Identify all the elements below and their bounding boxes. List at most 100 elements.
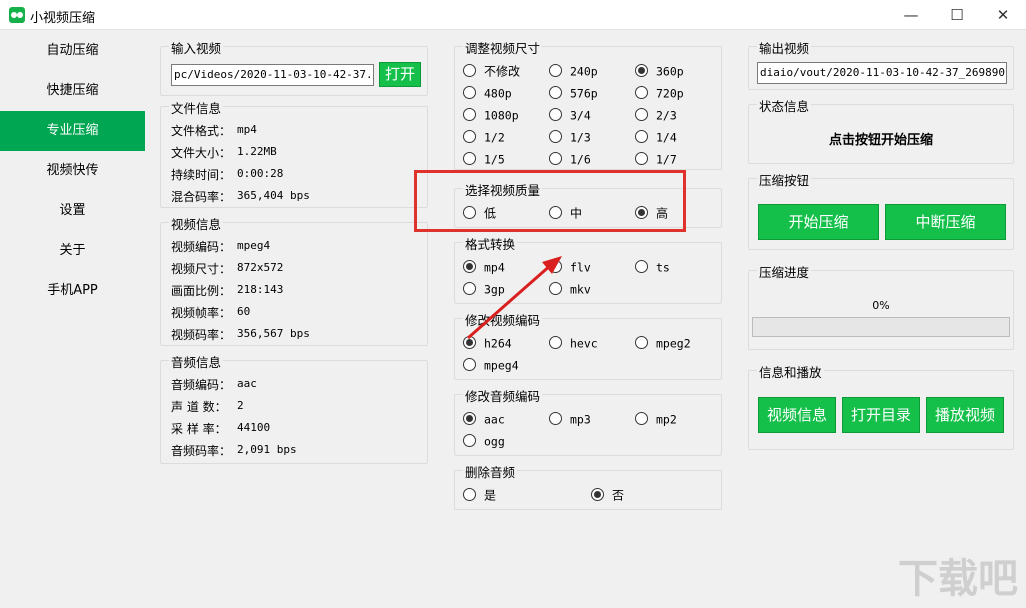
video-info-button[interactable]: 视频信息 [758, 397, 836, 433]
compress-buttons-group: 压缩按钮 开始压缩 中断压缩 [748, 170, 1014, 250]
info-label: 画面比例： [171, 284, 232, 298]
radio-resize-1-6[interactable]: 1/6 [549, 151, 591, 167]
watermark-logo: 下载吧 [898, 556, 1018, 602]
sidebar-item-auto[interactable]: 自动压缩 [0, 31, 145, 71]
radio-resize-3-4[interactable]: 3/4 [549, 107, 591, 123]
info-value: mp4 [237, 123, 257, 136]
radio-resize-360p[interactable]: 360p [635, 63, 684, 79]
radio-resize-1-5[interactable]: 1/5 [463, 151, 505, 167]
info-value: aac [237, 377, 257, 390]
info-label: 视频编码： [171, 240, 232, 254]
stop-compress-button[interactable]: 中断压缩 [885, 204, 1006, 240]
close-button[interactable]: ✕ [980, 0, 1026, 30]
input-path-field[interactable]: pc/Videos/2020-11-03-10-42-37.mp4 [171, 64, 374, 86]
play-video-button[interactable]: 播放视频 [926, 397, 1004, 433]
title-bar: 小视频压缩 — ☐ ✕ [0, 0, 1026, 30]
info-value: 44100 [237, 421, 271, 434]
radio-circle [463, 152, 476, 165]
sidebar-item-pro[interactable]: 专业压缩 [0, 111, 145, 151]
input-video-group: 输入视频 pc/Videos/2020-11-03-10-42-37.mp4 打… [160, 38, 428, 96]
audio-codec-group: 修改音频编码 aac mp3 mp2 ogg [454, 386, 722, 456]
radio-resize-480p[interactable]: 480p [463, 85, 512, 101]
info-value: 2 [237, 399, 244, 412]
radio-circle [549, 412, 562, 425]
info-value: 60 [237, 305, 251, 318]
minimize-button[interactable]: — [888, 0, 934, 30]
radio-circle [635, 152, 648, 165]
radio-circle [635, 412, 648, 425]
radio-resize-1-4[interactable]: 1/4 [635, 129, 677, 145]
radio-vcodec-mpeg2[interactable]: mpeg2 [635, 335, 691, 351]
info-label: 音频码率： [171, 444, 232, 458]
info-value: 365,404 bps [237, 189, 310, 202]
info-label: 视频尺寸： [171, 262, 232, 276]
group-title: 状态信息 [757, 96, 812, 115]
info-label: 持续时间： [171, 168, 232, 182]
open-file-button[interactable]: 打开 [379, 62, 421, 87]
start-compress-button[interactable]: 开始压缩 [758, 204, 879, 240]
file-info-group: 文件信息 文件格式： mp4 文件大小： 1.22MB 持续时间： 0:00:2… [160, 98, 428, 208]
group-title: 视频信息 [169, 214, 224, 233]
window-title: 小视频压缩 [30, 11, 96, 26]
group-title: 输出视频 [757, 38, 812, 57]
radio-resize-2-3[interactable]: 2/3 [635, 107, 677, 123]
sidebar-item-settings[interactable]: 设置 [0, 191, 145, 231]
sidebar-item-transfer[interactable]: 视频快传 [0, 151, 145, 191]
radio-circle [635, 260, 648, 273]
radio-circle [635, 336, 648, 349]
radio-circle [463, 130, 476, 143]
maximize-button[interactable]: ☐ [934, 0, 980, 30]
audio-info-group: 音频信息 音频编码： aac 声 道 数： 2 采 样 率： 44100 音频码… [160, 352, 428, 464]
group-title: 压缩进度 [757, 262, 812, 281]
radio-remove-audio-no[interactable]: 否 [591, 487, 624, 503]
info-label: 视频码率： [171, 328, 232, 342]
radio-resize-240p[interactable]: 240p [549, 63, 598, 79]
radio-circle [463, 488, 476, 501]
info-play-group: 信息和播放 视频信息 打开目录 播放视频 [748, 362, 1014, 450]
info-label: 文件格式： [171, 124, 232, 138]
info-label: 混合码率： [171, 190, 232, 204]
radio-resize-1-2[interactable]: 1/2 [463, 129, 505, 145]
sidebar: 自动压缩 快捷压缩 专业压缩 视频快传 设置 关于 手机APP [0, 31, 145, 580]
sidebar-item-mobile-app[interactable]: 手机APP [0, 271, 145, 311]
sidebar-item-about[interactable]: 关于 [0, 231, 145, 271]
radio-resize-720p[interactable]: 720p [635, 85, 684, 101]
radio-acodec-mp2[interactable]: mp2 [635, 411, 677, 427]
radio-acodec-aac[interactable]: aac [463, 411, 505, 427]
radio-circle [635, 86, 648, 99]
progress-percent: 0% [872, 299, 890, 312]
output-video-group: 输出视频 diaio/vout/2020-11-03-10-42-37_2698… [748, 38, 1014, 90]
open-directory-button[interactable]: 打开目录 [842, 397, 920, 433]
radio-format-ts[interactable]: ts [635, 259, 670, 275]
annotation-highlight-box [414, 170, 686, 232]
status-group: 状态信息 点击按钮开始压缩 [748, 96, 1014, 164]
radio-vcodec-mpeg4[interactable]: mpeg4 [463, 357, 519, 373]
radio-acodec-ogg[interactable]: ogg [463, 433, 505, 449]
radio-resize-576p[interactable]: 576p [549, 85, 598, 101]
radio-circle [549, 108, 562, 121]
group-title: 修改音频编码 [463, 386, 543, 405]
group-title: 输入视频 [169, 38, 224, 57]
radio-circle [463, 86, 476, 99]
radio-acodec-mp3[interactable]: mp3 [549, 411, 591, 427]
radio-resize-1080p[interactable]: 1080p [463, 107, 519, 123]
group-title: 文件信息 [169, 98, 224, 117]
remove-audio-group: 删除音频 是 否 [454, 462, 722, 510]
radio-circle [549, 152, 562, 165]
resize-group: 调整视频尺寸 不修改 240p 360p 480p 576p 720p 1080… [454, 38, 722, 170]
group-title: 调整视频尺寸 [463, 38, 543, 57]
radio-resize-none[interactable]: 不修改 [463, 63, 520, 79]
sidebar-item-quick[interactable]: 快捷压缩 [0, 71, 145, 111]
output-path-field[interactable]: diaio/vout/2020-11-03-10-42-37_269890.mp… [757, 62, 1007, 84]
radio-circle [635, 108, 648, 121]
radio-circle [591, 488, 604, 501]
radio-resize-1-3[interactable]: 1/3 [549, 129, 591, 145]
info-value: 218:143 [237, 283, 284, 296]
radio-remove-audio-yes[interactable]: 是 [463, 487, 496, 503]
info-value: 1.22MB [237, 145, 277, 158]
radio-circle [635, 64, 648, 77]
info-value: 0:00:28 [237, 167, 284, 180]
radio-resize-1-7[interactable]: 1/7 [635, 151, 677, 167]
info-value: 2,091 bps [237, 443, 297, 456]
group-title: 压缩按钮 [757, 170, 812, 189]
